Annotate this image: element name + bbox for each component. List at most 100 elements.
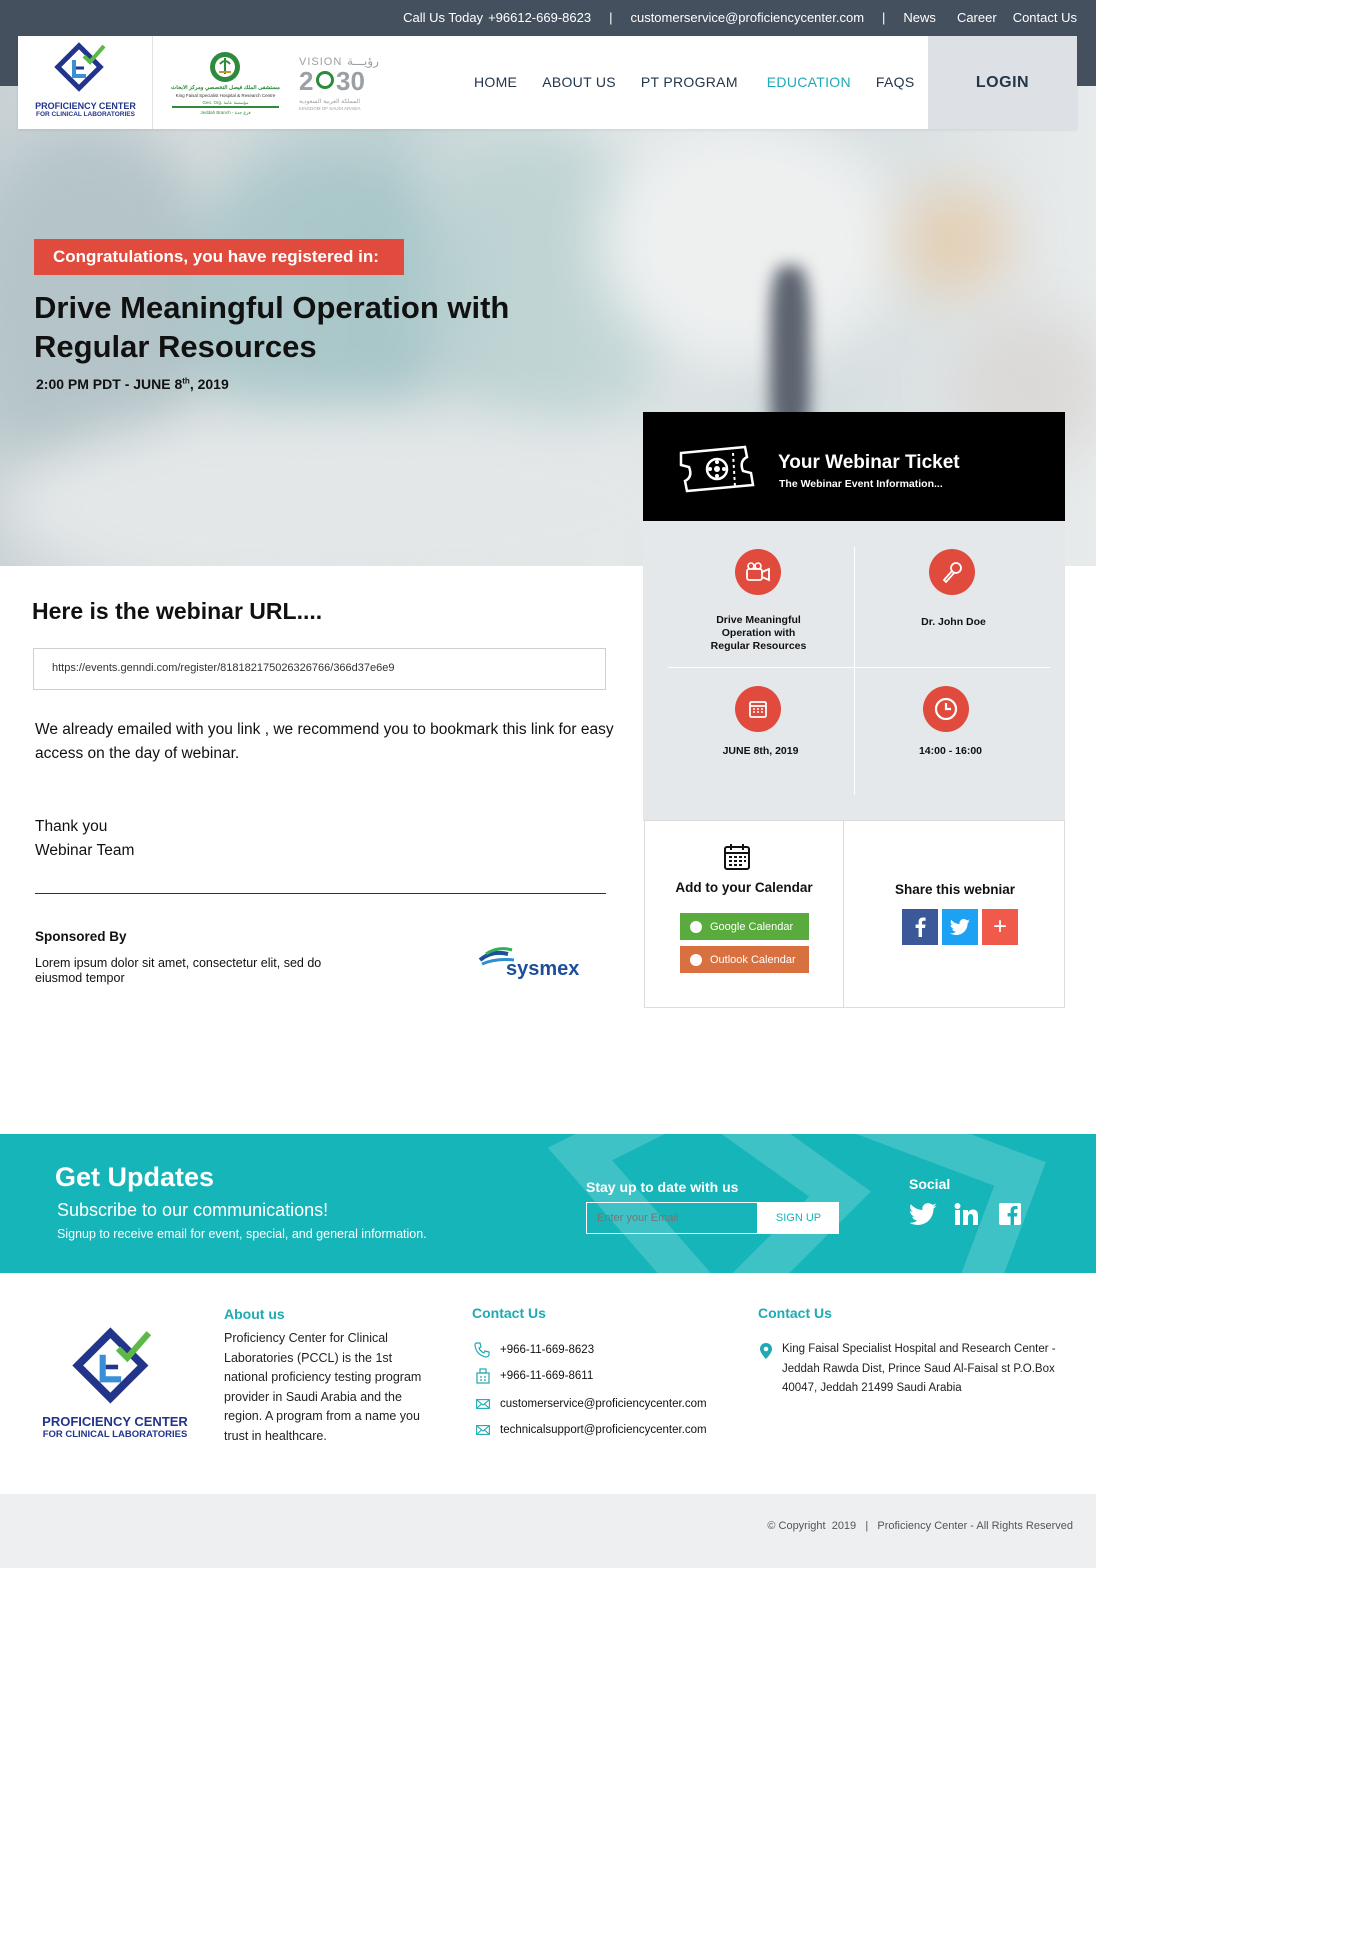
top-links: Call Us Today +96612-669-8623 | customer… bbox=[403, 10, 1077, 25]
google-calendar-label: Google Calendar bbox=[710, 920, 794, 933]
email-link[interactable]: customerservice@proficiencycenter.com bbox=[630, 10, 864, 25]
add-calendar-icon bbox=[724, 844, 750, 870]
kfsh-emblem-icon bbox=[210, 52, 240, 82]
footer-logo-line2: FOR CLINICAL LABORATORIES bbox=[42, 1429, 188, 1440]
plus-circle-icon bbox=[690, 920, 702, 933]
signoff: Thank you Webinar Team bbox=[35, 815, 134, 863]
webinar-url-title: Here is the webinar URL.... bbox=[32, 598, 323, 624]
datetime-pre: 2:00 PM PDT - JUNE 8 bbox=[36, 376, 183, 392]
vision-year-b: 30 bbox=[336, 66, 365, 96]
ticket-header: Your Webinar Ticket The Webinar Event In… bbox=[643, 412, 1065, 521]
mail-icon bbox=[476, 1399, 490, 1409]
pccl-logo-icon bbox=[54, 42, 106, 92]
datetime-sup: th bbox=[182, 376, 190, 386]
vision-palm-icon bbox=[316, 71, 334, 89]
logo-line1: PROFICIENCY CENTER bbox=[35, 101, 136, 111]
email1-text: customerservice@proficiencycenter.com bbox=[500, 1398, 707, 1410]
share-facebook-button[interactable] bbox=[902, 909, 938, 945]
copyright-text: © Copyright 2019 | Proficiency Center - … bbox=[767, 1520, 1073, 1532]
contact-us-link[interactable]: Contact Us bbox=[1013, 10, 1077, 25]
sysmex-text: sysmex bbox=[506, 958, 580, 980]
microphone-icon bbox=[929, 549, 975, 595]
webinar-title-line2: Regular Resources bbox=[34, 329, 317, 364]
email-notice: We already emailed with you link , we re… bbox=[35, 721, 614, 762]
share-more-button[interactable]: + bbox=[982, 909, 1018, 945]
pccl-logo[interactable]: PROFICIENCY CENTER FOR CLINICAL LABORATO… bbox=[18, 36, 153, 129]
footer-linkedin-icon[interactable] bbox=[954, 1203, 978, 1225]
vision-2030-logo: VISION رؤيـــة 2 30 المملكة العربية السع… bbox=[297, 54, 387, 114]
footer-address: King Faisal Specialist Hospital and Rese… bbox=[782, 1343, 1056, 1394]
webinar-title-line1: Drive Meaningful Operation with bbox=[34, 290, 510, 325]
login-button[interactable]: LOGIN bbox=[928, 36, 1077, 129]
video-camera-icon bbox=[735, 549, 781, 595]
twitter-icon bbox=[950, 919, 970, 935]
signup-button[interactable]: SIGN UP bbox=[758, 1202, 839, 1234]
fax-text: +966-11-669-8611 bbox=[500, 1370, 594, 1382]
event-line1: Drive Meaningful bbox=[716, 614, 801, 626]
footer-facebook-icon[interactable] bbox=[999, 1203, 1021, 1225]
share-title: Share this webniar bbox=[894, 882, 1016, 897]
fax-icon bbox=[476, 1368, 490, 1384]
share-twitter-button[interactable] bbox=[942, 909, 978, 945]
phone-text: +966-11-669-8623 bbox=[500, 1344, 595, 1356]
nav-pt-program[interactable]: PT PROGRAM bbox=[641, 74, 738, 90]
outlook-calendar-label: Outlook Calendar bbox=[710, 953, 796, 966]
newsletter-section: Get Updates Subscribe to our communicati… bbox=[0, 1134, 1096, 1273]
outlook-calendar-button[interactable]: Outlook Calendar bbox=[680, 946, 809, 973]
footer: PROFICIENCY CENTER FOR CLINICAL LABORATO… bbox=[0, 1273, 1096, 1494]
ticket-date: JUNE 8th, 2019 bbox=[722, 745, 799, 757]
news-link[interactable]: News bbox=[903, 10, 936, 25]
updates-description: Signup to receive email for event, speci… bbox=[57, 1227, 427, 1241]
footer-email-1[interactable]: customerservice@proficiencycenter.com bbox=[476, 1398, 707, 1410]
nav-education[interactable]: EDUCATION bbox=[767, 74, 851, 90]
footer-logo-line1: PROFICIENCY CENTER bbox=[42, 1414, 188, 1429]
event-line3: Regular Resources bbox=[710, 640, 807, 652]
nav-home[interactable]: HOME bbox=[474, 74, 517, 90]
location-pin-icon bbox=[760, 1343, 772, 1359]
facebook-icon bbox=[915, 917, 926, 937]
stay-updated-label: Stay up to date with us bbox=[586, 1179, 739, 1195]
clock-icon bbox=[923, 686, 969, 732]
kfsh-arabic: مستشفى الملك فيصل التخصصي ومركز الأبحاث bbox=[171, 85, 280, 91]
newsletter-email-input[interactable] bbox=[586, 1202, 758, 1234]
calendar-title: Add to your Calendar bbox=[675, 880, 813, 895]
separator: | bbox=[882, 10, 886, 25]
footer-phone[interactable]: +966-11-669-8623 bbox=[474, 1342, 594, 1358]
webinar-title: Drive Meaningful Operation with Regular … bbox=[34, 288, 554, 366]
nav-faqs[interactable]: FAQS bbox=[876, 74, 915, 90]
ticket-title: Your Webinar Ticket bbox=[778, 452, 960, 473]
nav-about-us[interactable]: ABOUT US bbox=[542, 74, 616, 90]
webinar-url-field[interactable]: https://events.genndi.com/register/81818… bbox=[33, 648, 606, 690]
footer-fax[interactable]: +966-11-669-8611 bbox=[476, 1368, 593, 1384]
about-title: About us bbox=[224, 1306, 285, 1322]
footer-logo[interactable]: PROFICIENCY CENTER FOR CLINICAL LABORATO… bbox=[40, 1327, 190, 1447]
webinar-datetime: 2:00 PM PDT - JUNE 8th, 2019 bbox=[36, 376, 229, 392]
copyright-bar: © Copyright 2019 | Proficiency Center - … bbox=[0, 1494, 1096, 1568]
footer-twitter-icon[interactable] bbox=[909, 1203, 937, 1225]
google-calendar-button[interactable]: Google Calendar bbox=[680, 913, 809, 940]
mail-icon bbox=[476, 1425, 490, 1435]
divider bbox=[35, 893, 606, 894]
signoff-line1: Thank you bbox=[35, 818, 108, 835]
updates-title: Get Updates bbox=[55, 1162, 215, 1192]
signoff-line2: Webinar Team bbox=[35, 842, 135, 859]
email2-text: technicalsupport@proficiencycenter.com bbox=[500, 1424, 707, 1436]
datetime-post: , 2019 bbox=[189, 376, 229, 392]
phone-link[interactable]: +96612-669-8623 bbox=[488, 10, 591, 25]
ticket-time: 14:00 - 16:00 bbox=[918, 745, 983, 757]
footer-email-2[interactable]: technicalsupport@proficiencycenter.com bbox=[476, 1424, 707, 1436]
plus-circle-icon bbox=[690, 953, 702, 966]
contact-title-2: Contact Us bbox=[758, 1305, 832, 1321]
kfsh-logo: مستشفى الملك فيصل التخصصي ومركز الأبحاث … bbox=[168, 50, 283, 120]
event-line2: Operation with bbox=[721, 627, 796, 639]
social-title: Social bbox=[909, 1176, 951, 1192]
kfsh-english: King Faisal Specialist Hospital & Resear… bbox=[175, 93, 276, 98]
calendar-icon bbox=[735, 686, 781, 732]
sysmex-logo: sysmex bbox=[478, 946, 588, 982]
vision-country-ar: المملكة العربية السعودية bbox=[299, 99, 361, 105]
nav-menu: HOME ABOUT US PT PROGRAM EDUCATION FAQS bbox=[474, 74, 939, 90]
ticket-details: Drive Meaningful Operation with Regular … bbox=[643, 521, 1065, 821]
career-link[interactable]: Career bbox=[957, 10, 997, 25]
kfsh-branch: Jeddah Branch - فرع جدة bbox=[200, 110, 251, 115]
logo-line2: FOR CLINICAL LABORATORIES bbox=[36, 111, 135, 118]
